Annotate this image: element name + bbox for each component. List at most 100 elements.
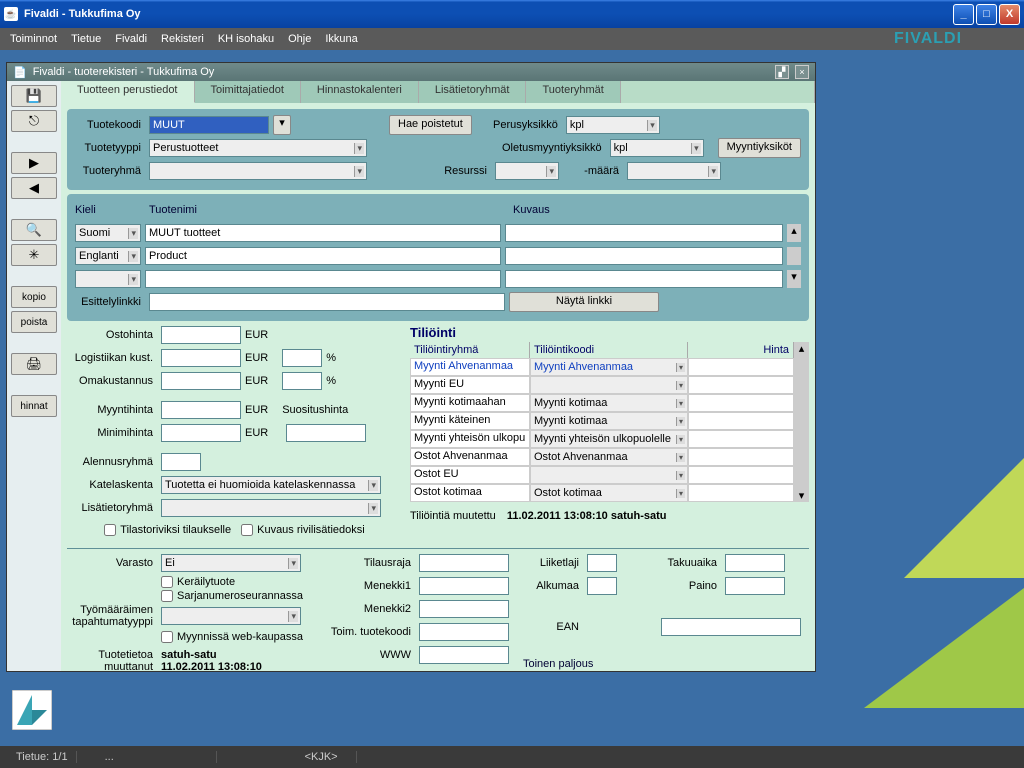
maximize-button[interactable]: □	[976, 4, 997, 25]
print-button[interactable]: 🖨	[11, 353, 57, 375]
kopio-button[interactable]: kopio	[11, 286, 57, 308]
tuotenimi-input-0[interactable]	[145, 224, 501, 242]
omakustannus-input[interactable]	[161, 372, 241, 390]
tili-hinta-cell[interactable]	[688, 376, 794, 394]
tili-hinta-cell[interactable]	[688, 466, 794, 484]
scroll-up-icon[interactable]: ▴	[787, 224, 801, 242]
inner-close-button[interactable]: ×	[795, 65, 809, 79]
tili-hinta-cell[interactable]	[688, 484, 794, 502]
toimtuotekoodi-input[interactable]	[419, 623, 509, 641]
tili-koodi-cell[interactable]: Myynti kotimaa	[530, 394, 688, 412]
menu-rekisteri[interactable]: Rekisteri	[161, 33, 204, 45]
paino-input[interactable]	[725, 577, 785, 595]
www-input[interactable]	[419, 646, 509, 664]
search-button[interactable]: 🔍	[11, 219, 57, 241]
tuotetyyppi-select[interactable]: Perustuotteet	[149, 139, 367, 157]
tili-koodi-cell[interactable]	[530, 466, 688, 484]
tab-perustiedot[interactable]: Tuotteen perustiedot	[61, 81, 195, 103]
menu-ikkuna[interactable]: Ikkuna	[325, 33, 357, 45]
menekki1-input[interactable]	[419, 577, 509, 595]
ean-input[interactable]	[661, 618, 801, 636]
tili-koodi-cell[interactable]: Ostot kotimaa	[530, 484, 688, 502]
tili-ryhma-cell[interactable]: Myynti yhteisön ulkopu	[410, 430, 530, 448]
varasto-select[interactable]: Ei	[161, 554, 301, 572]
tuotekoodi-lookup-button[interactable]: ▾	[273, 115, 291, 135]
tili-hinta-cell[interactable]	[688, 358, 794, 376]
kuvaus-input-2[interactable]	[505, 270, 783, 288]
tili-koodi-cell[interactable]: Myynti kotimaa	[530, 412, 688, 430]
tili-hinta-cell[interactable]	[688, 448, 794, 466]
tab-toimittaja[interactable]: Toimittajatiedot	[195, 81, 301, 103]
kuvausrivi-checkbox[interactable]: Kuvaus rivilisätiedoksi	[241, 524, 365, 536]
katelaskenta-select[interactable]: Tuotetta ei huomioida katelaskennassa	[161, 476, 381, 494]
tili-ryhma-cell[interactable]: Myynti kotimaahan	[410, 394, 530, 412]
minimihinta-input[interactable]	[161, 424, 241, 442]
tilasto-checkbox[interactable]: Tilastoriviksi tilaukselle	[104, 524, 231, 536]
tili-ryhma-cell[interactable]: Myynti käteinen	[410, 412, 530, 430]
logistiikan-input[interactable]	[161, 349, 241, 367]
tili-hinta-cell[interactable]	[688, 394, 794, 412]
new-button[interactable]: ✳	[11, 244, 57, 266]
menu-toiminnot[interactable]: Toiminnot	[10, 33, 57, 45]
tyomaara-select[interactable]	[161, 607, 301, 625]
menekki2-input[interactable]	[419, 600, 509, 618]
tab-tuoteryhmat[interactable]: Tuoteryhmät	[526, 81, 620, 103]
webkauppa-checkbox[interactable]: Myynnissä web-kaupassa	[161, 631, 317, 643]
myyntihinta-input[interactable]	[161, 401, 241, 419]
lisatietoryhma-select[interactable]	[161, 499, 381, 517]
maara-select[interactable]	[627, 162, 721, 180]
inner-restore-button[interactable]: ▞	[775, 65, 789, 79]
exit-button[interactable]: ⎋	[11, 110, 57, 132]
liiketlaji-input[interactable]	[587, 554, 617, 572]
kieli-select-2[interactable]	[75, 270, 141, 288]
scroll-down-icon[interactable]: ▾	[787, 270, 801, 288]
tili-ryhma-cell[interactable]: Ostot Ahvenanmaa	[410, 448, 530, 466]
tili-scrollbar[interactable]: ▴▾	[794, 342, 809, 502]
tili-koodi-cell[interactable]	[530, 376, 688, 394]
menu-fivaldi[interactable]: Fivaldi	[115, 33, 147, 45]
scrollbar-track[interactable]	[787, 247, 801, 265]
menu-ohje[interactable]: Ohje	[288, 33, 311, 45]
tili-ryhma-cell[interactable]: Ostot EU	[410, 466, 530, 484]
prev-button[interactable]: ◀	[11, 177, 57, 199]
minimize-button[interactable]: _	[953, 4, 974, 25]
kieli-select-0[interactable]: Suomi	[75, 224, 141, 242]
tuotekoodi-input[interactable]	[149, 116, 269, 134]
tili-hinta-cell[interactable]	[688, 412, 794, 430]
tuotenimi-input-1[interactable]	[145, 247, 501, 265]
omakustannus-pct-input[interactable]	[282, 372, 322, 390]
close-button[interactable]: X	[999, 4, 1020, 25]
save-button[interactable]: 💾	[11, 85, 57, 107]
keraily-checkbox[interactable]: Keräilytuote	[161, 576, 317, 588]
nayta-linkki-button[interactable]: Näytä linkki	[509, 292, 659, 312]
tuoteryhma-select[interactable]	[149, 162, 367, 180]
suositushinta-input[interactable]	[286, 424, 366, 442]
kuvaus-input-0[interactable]	[505, 224, 783, 242]
esittelylinkki-input[interactable]	[149, 293, 505, 311]
menu-tietue[interactable]: Tietue	[71, 33, 101, 45]
myyntiyksikot-button[interactable]: Myyntiyksiköt	[718, 138, 801, 158]
sarjanumero-checkbox[interactable]: Sarjanumeroseurannassa	[161, 590, 317, 602]
hae-poistetut-button[interactable]: Hae poistetut	[389, 115, 472, 135]
tili-koodi-cell[interactable]: Ostot Ahvenanmaa	[530, 448, 688, 466]
tilausraja-input[interactable]	[419, 554, 509, 572]
perusyksikko-select[interactable]: kpl	[566, 116, 660, 134]
tab-hinnasto[interactable]: Hinnastokalenteri	[301, 81, 419, 103]
next-button[interactable]: ▶	[11, 152, 57, 174]
kuvaus-input-1[interactable]	[505, 247, 783, 265]
menu-khisohaku[interactable]: KH isohaku	[218, 33, 274, 45]
tili-koodi-cell[interactable]: Myynti yhteisön ulkopuolelle	[530, 430, 688, 448]
tili-ryhma-cell[interactable]: Myynti Ahvenanmaa	[410, 358, 530, 376]
takuuaika-input[interactable]	[725, 554, 785, 572]
poista-button[interactable]: poista	[11, 311, 57, 333]
tili-ryhma-cell[interactable]: Ostot kotimaa	[410, 484, 530, 502]
hinnat-button[interactable]: hinnat	[11, 395, 57, 417]
tab-lisatieto[interactable]: Lisätietoryhmät	[419, 81, 527, 103]
resurssi-select[interactable]	[495, 162, 559, 180]
alennusryhma-input[interactable]	[161, 453, 201, 471]
alkumaa-input[interactable]	[587, 577, 617, 595]
tili-hinta-cell[interactable]	[688, 430, 794, 448]
oletusmyynti-select[interactable]: kpl	[610, 139, 704, 157]
tili-koodi-cell[interactable]: Myynti Ahvenanmaa	[530, 358, 688, 376]
tili-ryhma-cell[interactable]: Myynti EU	[410, 376, 530, 394]
